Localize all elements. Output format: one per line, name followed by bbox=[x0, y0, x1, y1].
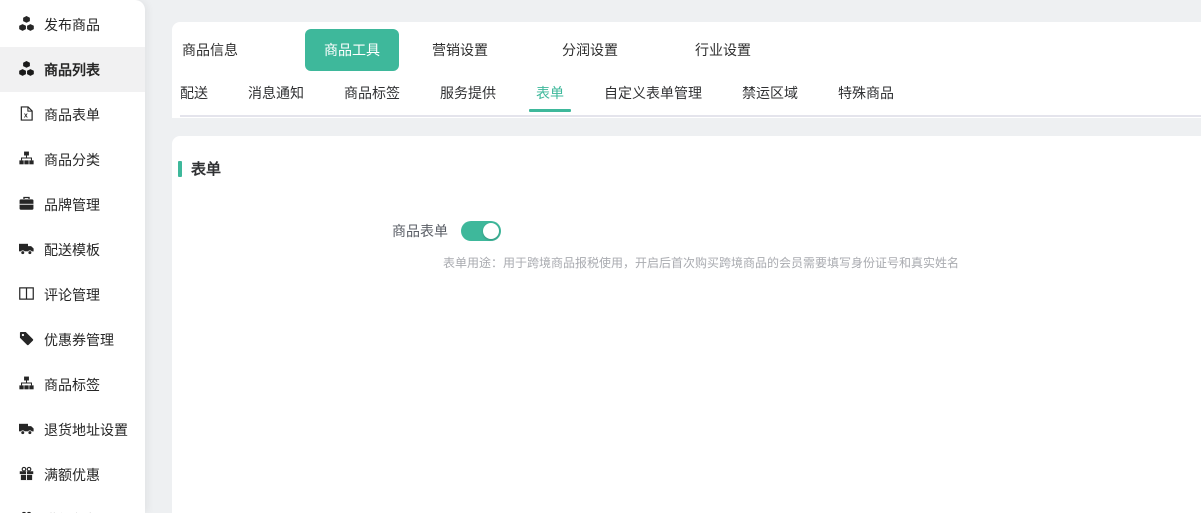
sidebar-item-coupon-management[interactable]: 优惠券管理 bbox=[0, 317, 145, 362]
sidebar-item-product-category[interactable]: 商品分类 bbox=[0, 137, 145, 182]
main-tabs: 商品信息 商品工具 营销设置 分润设置 行业设置 bbox=[172, 22, 1201, 78]
sidebar-item-label: 商品标签 bbox=[44, 375, 100, 395]
section-title: 表单 bbox=[191, 158, 221, 179]
sidebar-item-label: 配送模板 bbox=[44, 240, 100, 260]
sidebar-item-product-tags[interactable]: 商品标签 bbox=[0, 362, 145, 407]
sidebar-item-label: 品牌管理 bbox=[44, 195, 100, 215]
section-accent-bar bbox=[178, 161, 182, 177]
sidebar-item-label: 退货地址设置 bbox=[44, 420, 128, 440]
sidebar-item-full-amount-discount[interactable]: 满额优惠 bbox=[0, 452, 145, 497]
sidebar-item-review-management[interactable]: 评论管理 bbox=[0, 272, 145, 317]
sidebar-item-label: 发布商品 bbox=[44, 15, 100, 35]
sidebar-item-return-address-settings[interactable]: 退货地址设置 bbox=[0, 407, 145, 452]
sidebar-item-brand-management[interactable]: 品牌管理 bbox=[0, 182, 145, 227]
subtab-product-tags[interactable]: 商品标签 bbox=[344, 83, 400, 103]
file-excel-icon: x bbox=[19, 106, 34, 124]
product-form-toggle-row: 商品表单 bbox=[392, 221, 1201, 241]
sidebar-item-product-list[interactable]: 商品列表 bbox=[0, 47, 145, 92]
sidebar-item-label: 满额包邮 bbox=[44, 510, 100, 513]
truck-icon bbox=[19, 421, 34, 439]
cubes-icon bbox=[19, 16, 34, 34]
sidebar-item-label: 商品分类 bbox=[44, 150, 100, 170]
svg-text:x: x bbox=[24, 112, 28, 119]
subtab-custom-form-management[interactable]: 自定义表单管理 bbox=[604, 83, 702, 103]
gift-icon bbox=[19, 466, 34, 484]
sitemap-icon bbox=[19, 151, 34, 169]
product-form-label: 商品表单 bbox=[392, 221, 448, 241]
subtab-divider bbox=[180, 115, 1201, 117]
briefcase-icon bbox=[19, 196, 34, 214]
sidebar-item-product-form[interactable]: x 商品表单 bbox=[0, 92, 145, 137]
sidebar: 发布商品 商品列表 x 商品表单 商品分类 品牌管理 配送模板 评论管理 优惠券… bbox=[0, 0, 145, 513]
product-form-help-text: 表单用途：用于跨境商品报税使用，开启后首次购买跨境商品的会员需要填写身份证号和真… bbox=[443, 254, 1201, 271]
tab-profit-settings[interactable]: 分润设置 bbox=[562, 40, 618, 60]
subtab-embargo-area[interactable]: 禁运区域 bbox=[742, 83, 798, 103]
tab-product-info[interactable]: 商品信息 bbox=[182, 40, 238, 60]
columns-icon bbox=[19, 286, 34, 304]
tab-industry-settings[interactable]: 行业设置 bbox=[695, 40, 751, 60]
sidebar-item-publish-product[interactable]: 发布商品 bbox=[0, 2, 145, 47]
sidebar-item-label: 商品表单 bbox=[44, 105, 100, 125]
sub-tabs: 配送 消息通知 商品标签 服务提供 表单 自定义表单管理 禁运区域 特殊商品 bbox=[172, 78, 1201, 108]
section-header: 表单 bbox=[178, 158, 1201, 179]
form-settings-card: 表单 商品表单 表单用途：用于跨境商品报税使用，开启后首次购买跨境商品的会员需要… bbox=[172, 136, 1201, 513]
sidebar-item-shipping-template[interactable]: 配送模板 bbox=[0, 227, 145, 272]
subtab-message-notice[interactable]: 消息通知 bbox=[248, 83, 304, 103]
sidebar-item-label: 满额优惠 bbox=[44, 465, 100, 485]
tag-icon bbox=[19, 331, 34, 349]
subtab-shipping[interactable]: 配送 bbox=[180, 83, 208, 103]
cubes-icon bbox=[19, 61, 34, 79]
product-form-toggle[interactable] bbox=[461, 221, 501, 241]
sidebar-item-label: 评论管理 bbox=[44, 285, 100, 305]
tab-product-tools[interactable]: 商品工具 bbox=[305, 29, 399, 71]
sidebar-item-clipped[interactable]: 满额包邮 bbox=[0, 497, 145, 513]
truck-icon bbox=[19, 241, 34, 259]
subtab-special-goods[interactable]: 特殊商品 bbox=[838, 83, 894, 103]
sitemap-icon bbox=[19, 376, 34, 394]
tab-marketing-settings[interactable]: 营销设置 bbox=[432, 40, 488, 60]
toggle-knob bbox=[483, 223, 499, 239]
subtab-form[interactable]: 表单 bbox=[536, 83, 564, 103]
sidebar-item-label: 优惠券管理 bbox=[44, 330, 114, 350]
sidebar-item-label: 商品列表 bbox=[44, 60, 100, 80]
subtab-service-offer[interactable]: 服务提供 bbox=[440, 83, 496, 103]
settings-tab-card: 商品信息 商品工具 营销设置 分润设置 行业设置 配送 消息通知 商品标签 服务… bbox=[172, 22, 1201, 118]
